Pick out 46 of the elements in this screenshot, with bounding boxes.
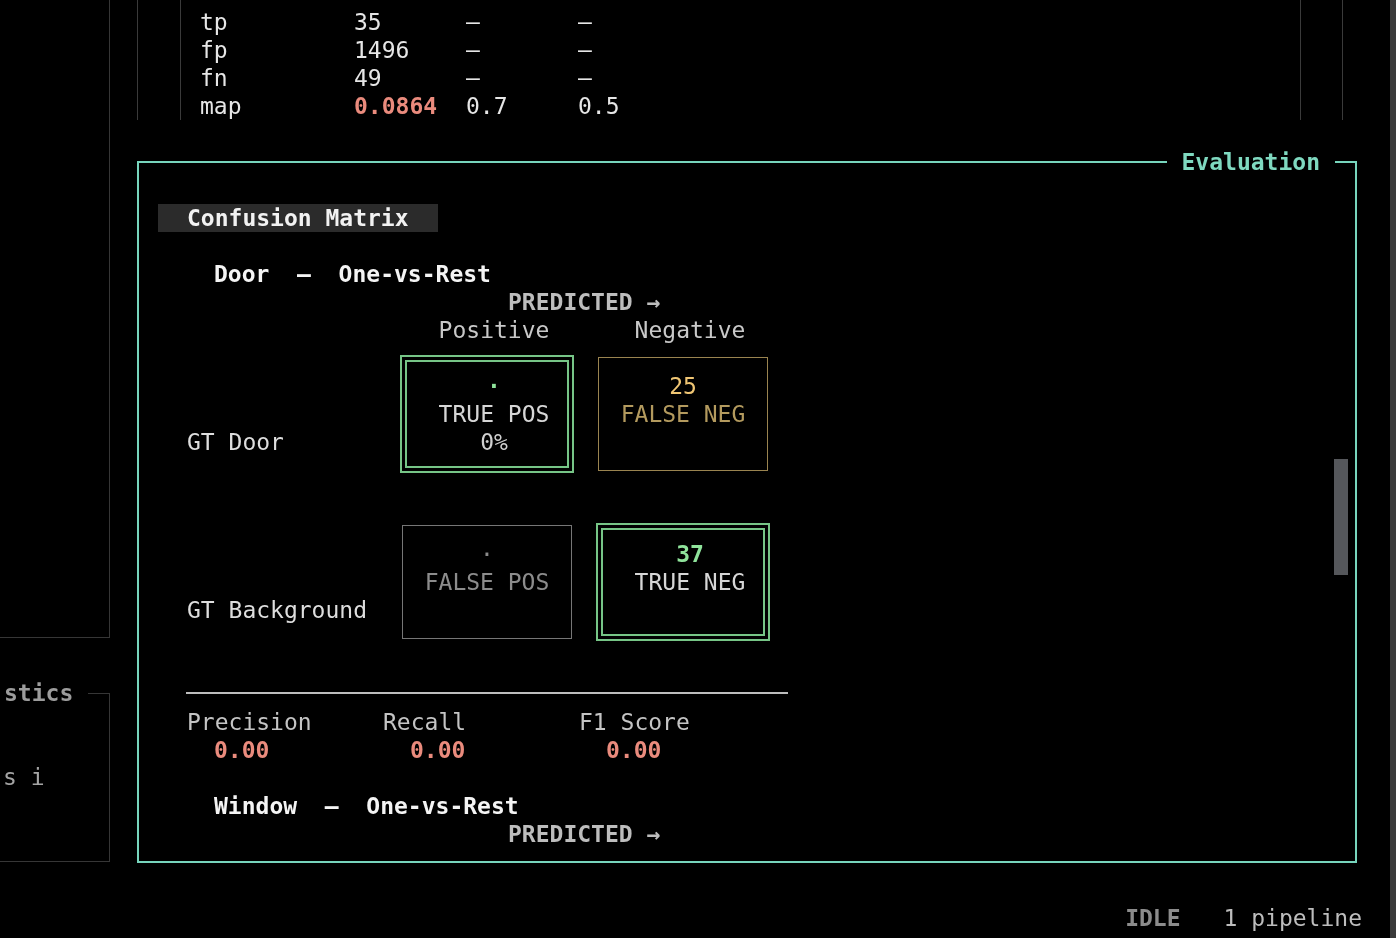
axis-label: PREDICTED → bbox=[508, 820, 661, 848]
table-cell-text: — bbox=[466, 36, 481, 64]
table-cell-text: map bbox=[200, 92, 243, 120]
cell-percent: 0% bbox=[480, 428, 508, 456]
cell-label: FALSE NEG bbox=[620, 400, 746, 428]
panel-text: s i bbox=[3, 763, 45, 791]
section-title: Confusion Matrix bbox=[158, 204, 438, 232]
axis-label: PREDICTED → bbox=[508, 288, 661, 316]
pipeline-count: 1 pipeline bbox=[1223, 904, 1362, 932]
cell-label: FALSE POS bbox=[424, 568, 550, 596]
row-label: GT Door bbox=[187, 428, 284, 456]
table-cell: — bbox=[578, 8, 592, 36]
table-cell-text: 1496 bbox=[354, 36, 411, 64]
metric-value: 0.00 bbox=[214, 736, 270, 764]
column-header: Positive bbox=[438, 316, 550, 344]
cell-count: 37 bbox=[676, 540, 704, 568]
cell-count: 25 bbox=[669, 372, 697, 400]
row-label: GT Background bbox=[187, 596, 367, 624]
panel-title: stics bbox=[3, 679, 75, 707]
cell-label: TRUE POS bbox=[438, 400, 550, 428]
cell-count: · bbox=[487, 372, 501, 400]
table-cell: — bbox=[578, 36, 592, 64]
metric-label: Recall bbox=[383, 708, 467, 736]
metric-label: Precision bbox=[187, 708, 312, 736]
table-cell-text: 0.0864 bbox=[354, 92, 439, 120]
scrollbar-thumb[interactable] bbox=[1334, 459, 1348, 575]
metric-value: 0.00 bbox=[410, 736, 466, 764]
table-cell: — bbox=[578, 64, 592, 92]
table-cell-text: — bbox=[466, 64, 481, 92]
table-cell-text: 35 bbox=[354, 8, 383, 36]
table-cell-text: fn bbox=[200, 64, 229, 92]
cell-label: TRUE NEG bbox=[634, 568, 746, 596]
table-cell-text: 0.7 bbox=[466, 92, 509, 120]
table-cell-text: tp bbox=[200, 8, 229, 36]
matrix-title: Door — One-vs-Rest bbox=[214, 260, 491, 288]
table-cell: 0.5 bbox=[578, 92, 620, 120]
table-cell-text: fp bbox=[200, 36, 229, 64]
panel-title: Evaluation bbox=[1180, 148, 1321, 176]
metric-label: F1 Score bbox=[579, 708, 690, 736]
table-cell-text: 49 bbox=[354, 64, 383, 92]
table-cell-text: — bbox=[466, 8, 481, 36]
column-header: Negative bbox=[634, 316, 746, 344]
cell-count: · bbox=[480, 540, 494, 568]
metric-value: 0.00 bbox=[606, 736, 662, 764]
status-text: IDLE bbox=[1125, 904, 1181, 932]
matrix-title: Window — One-vs-Rest bbox=[214, 792, 519, 820]
